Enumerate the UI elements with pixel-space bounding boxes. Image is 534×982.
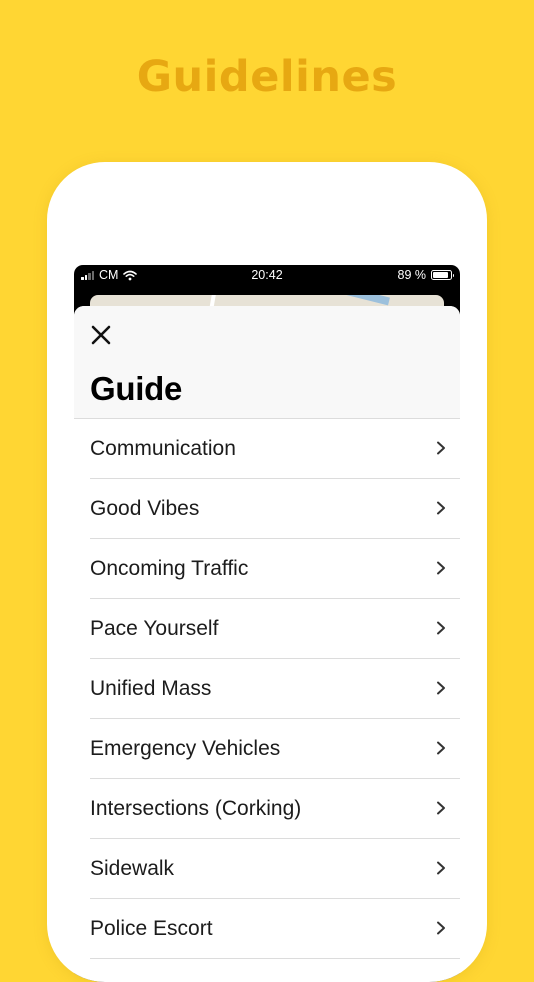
battery-icon bbox=[431, 270, 454, 280]
list-item-intersections-corking[interactable]: Intersections (Corking) bbox=[90, 779, 460, 839]
battery-percentage: 89 % bbox=[397, 268, 427, 282]
chevron-right-icon bbox=[437, 621, 445, 635]
phone-screen: CM 20:42 89 % Guide Communication Good V… bbox=[74, 265, 460, 982]
chevron-right-icon bbox=[437, 861, 445, 875]
guide-sheet: Guide Communication Good Vibes Oncoming … bbox=[74, 306, 460, 982]
list-item-label: Communication bbox=[90, 437, 236, 460]
list-item-police-escort[interactable]: Police Escort bbox=[90, 899, 460, 959]
list-item-label: Unified Mass bbox=[90, 677, 212, 700]
list-item-label: Pace Yourself bbox=[90, 617, 219, 640]
list-item-label: Intersections (Corking) bbox=[90, 797, 302, 820]
chevron-right-icon bbox=[437, 561, 445, 575]
chevron-right-icon bbox=[437, 801, 445, 815]
chevron-right-icon bbox=[437, 441, 445, 455]
chevron-right-icon bbox=[437, 681, 445, 695]
list-item-emergency-vehicles[interactable]: Emergency Vehicles bbox=[90, 719, 460, 779]
list-item-oncoming-traffic[interactable]: Oncoming Traffic bbox=[90, 539, 460, 599]
status-bar: CM 20:42 89 % bbox=[74, 265, 460, 285]
list-item-pace-yourself[interactable]: Pace Yourself bbox=[90, 599, 460, 659]
sheet-title: Guide bbox=[90, 370, 183, 407]
chevron-right-icon bbox=[437, 921, 445, 935]
list-item-good-vibes[interactable]: Good Vibes bbox=[90, 479, 460, 539]
guide-list: Communication Good Vibes Oncoming Traffi… bbox=[74, 419, 460, 959]
promo-headline: Guidelines bbox=[136, 52, 398, 102]
list-item-unified-mass[interactable]: Unified Mass bbox=[90, 659, 460, 719]
list-item-label: Sidewalk bbox=[90, 857, 175, 880]
sheet-header: Guide bbox=[74, 306, 460, 419]
list-item-label: Emergency Vehicles bbox=[90, 737, 281, 760]
list-item-label: Oncoming Traffic bbox=[90, 557, 249, 580]
chevron-right-icon bbox=[437, 741, 445, 755]
close-icon[interactable] bbox=[88, 322, 114, 348]
phone-frame: CM 20:42 89 % Guide Communication Good V… bbox=[47, 162, 487, 982]
list-item-communication[interactable]: Communication bbox=[90, 419, 460, 479]
list-item-label: Good Vibes bbox=[90, 497, 200, 520]
list-item-label: Police Escort bbox=[90, 917, 213, 940]
list-item-sidewalk[interactable]: Sidewalk bbox=[90, 839, 460, 899]
status-bar-right: 89 % bbox=[397, 268, 454, 282]
chevron-right-icon bbox=[437, 501, 445, 515]
